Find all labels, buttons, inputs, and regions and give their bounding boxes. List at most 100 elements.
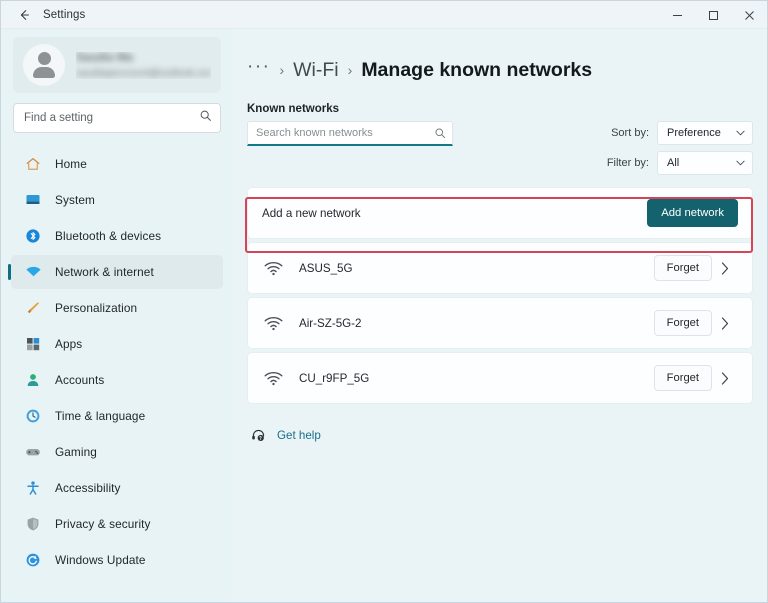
- search-input[interactable]: [13, 103, 221, 133]
- known-networks-search: [247, 121, 453, 146]
- sidebar-item-accessibility[interactable]: Accessibility: [11, 471, 223, 505]
- profile-text: Saudia Ma saudiapeccount@outlook.com: [76, 52, 211, 79]
- sidebar-item-time-language[interactable]: Time & language: [11, 399, 223, 433]
- breadcrumb-link-wifi[interactable]: Wi-Fi: [293, 59, 338, 82]
- profile-name: Saudia Ma: [76, 51, 133, 64]
- sort-by-value: Preference: [667, 127, 721, 139]
- wifi-icon: [262, 316, 284, 331]
- network-name: Air-SZ-5G-2: [299, 316, 362, 330]
- settings-window: Settings Saudia Ma saudiapeccount@outloo…: [0, 0, 768, 603]
- breadcrumb-separator: ›: [279, 62, 285, 78]
- sidebar-item-apps[interactable]: Apps: [11, 327, 223, 361]
- sidebar-item-label: Bluetooth & devices: [55, 229, 162, 243]
- sidebar-item-accounts[interactable]: Accounts: [11, 363, 223, 397]
- profile-email: saudiapeccount@outlook.com: [76, 66, 211, 79]
- sidebar-item-network-internet[interactable]: Network & internet: [8, 255, 223, 289]
- network-name: ASUS_5G: [299, 261, 353, 275]
- wifi-icon: [262, 261, 284, 276]
- shield-icon: [23, 514, 43, 534]
- sort-by-label: Sort by:: [611, 127, 649, 139]
- sidebar-item-label: Accounts: [55, 373, 105, 387]
- back-button[interactable]: [9, 4, 39, 26]
- apps-icon: [23, 334, 43, 354]
- sidebar-item-label: Privacy & security: [55, 517, 151, 531]
- sidebar: Saudia Ma saudiapeccount@outlook.com Fin…: [1, 29, 233, 602]
- sidebar-item-label: Network & internet: [55, 265, 154, 279]
- minimize-icon: [672, 14, 682, 16]
- update-icon: [23, 550, 43, 570]
- sidebar-item-label: Windows Update: [55, 553, 146, 567]
- network-wifi-icon: [23, 262, 43, 282]
- maximize-button[interactable]: [695, 1, 731, 29]
- network-row-cu-r9fp-5g[interactable]: CU_r9FP_5G Forget: [247, 352, 753, 404]
- add-network-row: Add a new network Add network: [247, 187, 753, 239]
- sidebar-item-label: Accessibility: [55, 481, 121, 495]
- filter-by-dropdown[interactable]: All: [657, 151, 753, 175]
- known-networks-search-input[interactable]: [247, 121, 453, 146]
- system-icon: [23, 190, 43, 210]
- sort-by-dropdown[interactable]: Preference: [657, 121, 753, 145]
- avatar: [23, 44, 65, 86]
- window-body: Saudia Ma saudiapeccount@outlook.com Fin…: [1, 29, 767, 602]
- breadcrumb-overflow-button[interactable]: ···: [247, 57, 270, 83]
- bluetooth-icon: [23, 226, 43, 246]
- sidebar-item-system[interactable]: System: [11, 183, 223, 217]
- brush-icon: [23, 298, 43, 318]
- filter-by-label: Filter by:: [606, 157, 649, 169]
- minimize-button[interactable]: [659, 1, 695, 29]
- sidebar-nav: Home System Bluetooth & devices Network …: [8, 147, 225, 602]
- back-arrow-icon: [20, 9, 29, 20]
- filter-by-value: All: [667, 157, 680, 169]
- sidebar-item-label: System: [55, 193, 95, 207]
- clock-icon: [23, 406, 43, 426]
- network-row-air-sz-5g-2[interactable]: Air-SZ-5G-2 Forget: [247, 297, 753, 349]
- sidebar-item-label: Home: [55, 157, 87, 171]
- sidebar-item-label: Time & language: [55, 409, 146, 423]
- network-row-asus-5g[interactable]: ASUS_5G Forget: [247, 242, 753, 294]
- wifi-icon: [262, 371, 284, 386]
- person-icon: [33, 52, 55, 78]
- help-headset-icon: [251, 428, 266, 443]
- main-content: ··· › Wi-Fi › Manage known networks Know…: [233, 29, 767, 602]
- close-icon: [744, 10, 754, 20]
- maximize-icon: [708, 10, 718, 20]
- accessibility-icon: [23, 478, 43, 498]
- add-network-label: Add a new network: [262, 206, 361, 220]
- sidebar-item-label: Apps: [55, 337, 83, 351]
- sidebar-item-label: Personalization: [55, 301, 138, 315]
- get-help-link[interactable]: Get help: [251, 428, 753, 443]
- chevron-right-icon[interactable]: [712, 316, 738, 330]
- sort-filter-controls: Sort by: Preference Filter by: All: [607, 121, 753, 175]
- chevron-down-icon: [736, 158, 745, 168]
- account-icon: [23, 370, 43, 390]
- close-button[interactable]: [731, 1, 767, 29]
- network-name: CU_r9FP_5G: [299, 371, 370, 385]
- sidebar-item-gaming[interactable]: Gaming: [11, 435, 223, 469]
- network-cards: Add a new network Add network ASUS_5G Fo…: [247, 187, 753, 404]
- title-bar: Settings: [1, 1, 767, 29]
- sidebar-item-privacy-security[interactable]: Privacy & security: [11, 507, 223, 541]
- sidebar-item-label: Gaming: [55, 445, 97, 459]
- chevron-right-icon[interactable]: [712, 371, 738, 385]
- window-controls: [659, 1, 767, 29]
- chevron-down-icon: [736, 128, 745, 138]
- controls-row: Sort by: Preference Filter by:: [247, 121, 753, 175]
- add-network-button[interactable]: Add network: [647, 199, 738, 227]
- sort-by-row: Sort by: Preference: [607, 121, 753, 145]
- sidebar-item-windows-update[interactable]: Windows Update: [11, 543, 223, 577]
- gamepad-icon: [23, 442, 43, 462]
- sidebar-item-bluetooth[interactable]: Bluetooth & devices: [11, 219, 223, 253]
- app-title: Settings: [43, 8, 86, 21]
- home-icon: [23, 154, 43, 174]
- chevron-right-icon[interactable]: [712, 261, 738, 275]
- sidebar-search: [13, 103, 221, 133]
- forget-button[interactable]: Forget: [653, 255, 712, 281]
- breadcrumb: ··· › Wi-Fi › Manage known networks: [247, 55, 753, 85]
- sidebar-item-personalization[interactable]: Personalization: [11, 291, 223, 325]
- user-profile[interactable]: Saudia Ma saudiapeccount@outlook.com: [13, 37, 221, 93]
- forget-button[interactable]: Forget: [653, 365, 712, 391]
- sidebar-item-home[interactable]: Home: [11, 147, 223, 181]
- page-title: Manage known networks: [361, 58, 593, 81]
- forget-button[interactable]: Forget: [653, 310, 712, 336]
- filter-by-row: Filter by: All: [607, 151, 753, 175]
